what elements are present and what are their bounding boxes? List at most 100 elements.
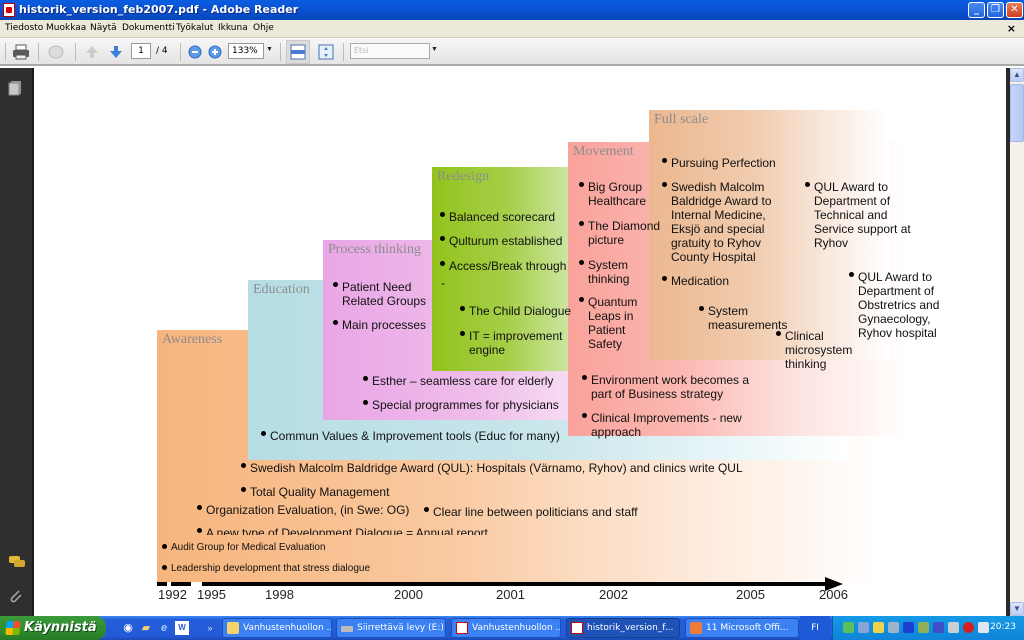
list-item: QUL Award to Department of Obstretrics a…	[849, 270, 954, 340]
year-label: 2001	[496, 587, 525, 602]
antivirus-tray-icon[interactable]	[963, 622, 974, 633]
print-icon[interactable]	[11, 42, 31, 62]
year-label: 1998	[265, 587, 294, 602]
pdf-app-icon	[3, 3, 15, 17]
language-indicator[interactable]: FI	[800, 616, 830, 640]
search-dropdown-icon[interactable]: ▼	[431, 46, 438, 53]
item-text: Commun Values & Improvement tools (Educ …	[270, 429, 560, 443]
sync-tray-icon[interactable]	[918, 622, 929, 633]
task-label: Vanhustenhuollon ...	[243, 623, 332, 633]
email-icon[interactable]	[46, 42, 66, 62]
menu-edit[interactable]: Muokkaa	[46, 23, 86, 33]
stage-title: Process thinking	[328, 242, 421, 257]
folder-icon	[227, 622, 239, 634]
pages-icon[interactable]	[8, 80, 22, 99]
item-text: Big Group Healthcare	[588, 180, 647, 208]
item-text: Main processes	[342, 318, 427, 332]
minimize-button[interactable]: _	[968, 2, 985, 18]
year-label: 2000	[394, 587, 423, 602]
windows-logo-icon	[5, 621, 21, 635]
title-bar: historik_version_feb2007.pdf - Adobe Rea…	[0, 0, 1024, 20]
security-tray-icon[interactable]	[873, 622, 884, 633]
attachments-icon[interactable]	[8, 588, 24, 607]
menu-help[interactable]: Ohje	[253, 23, 274, 33]
list-item-dash: -	[441, 276, 445, 290]
item-text: Qulturum established	[449, 234, 563, 248]
scheduler-tray-icon[interactable]	[948, 622, 959, 633]
task-office-group[interactable]: 11 Microsoft Offi...	[685, 618, 799, 638]
item-text: The Diamond picture	[588, 219, 661, 247]
restore-button[interactable]: ❐	[987, 2, 1004, 18]
item-text: A new type of Development Dialogue = Ann…	[206, 526, 488, 535]
item-text: The Child Dialogue	[469, 304, 572, 318]
network-tray-icon[interactable]	[843, 622, 854, 633]
fit-width-icon[interactable]	[288, 42, 308, 62]
item-text: Clinical microsystem thinking	[785, 329, 853, 371]
page-number-input[interactable]: 1	[131, 43, 151, 59]
vertical-scrollbar[interactable]: ▲ ▼	[1010, 68, 1024, 616]
list-item: Commun Values & Improvement tools (Educ …	[261, 429, 560, 443]
item-text: Quantum Leaps in Patient Safety	[588, 295, 638, 351]
taskbar: Käynnistä ◉ ▰ e W » Vanhustenhuollon ...…	[0, 616, 1024, 640]
previous-page-icon[interactable]	[82, 42, 102, 62]
close-document-icon[interactable]: ×	[1007, 22, 1016, 35]
menu-window[interactable]: Ikkuna	[218, 23, 248, 33]
usb-tray-icon[interactable]	[888, 622, 899, 633]
task-removable-drive[interactable]: Siirrettävä levy (E:)	[336, 618, 446, 638]
browser-quicklaunch-icon[interactable]: ◉	[121, 621, 135, 635]
window-title: historik_version_feb2007.pdf - Adobe Rea…	[19, 3, 299, 16]
zoom-dropdown-icon[interactable]: ▼	[266, 46, 273, 53]
scroll-thumb[interactable]	[1010, 84, 1024, 142]
page-total: / 4	[156, 46, 168, 56]
next-page-icon[interactable]	[106, 42, 126, 62]
word-quicklaunch-icon[interactable]: W	[175, 621, 189, 635]
task-pdf-1[interactable]: Vanhustenhuollon ...	[451, 618, 561, 638]
volume-tray-icon[interactable]	[858, 622, 869, 633]
zoom-out-icon[interactable]	[185, 42, 205, 62]
zoom-in-icon[interactable]	[205, 42, 225, 62]
item-text: Swedish Malcolm Baldridge Award to Inter…	[671, 180, 772, 264]
start-button[interactable]: Käynnistä	[0, 616, 106, 640]
stage-title: Redesign	[437, 169, 490, 184]
close-button[interactable]: ✕	[1006, 2, 1023, 18]
vpn-tray-icon[interactable]	[933, 622, 944, 633]
fit-page-icon[interactable]	[316, 42, 336, 62]
list-item: Clinical microsystem thinking	[776, 329, 857, 371]
item-text: Environment work becomes a part of Busin…	[591, 373, 750, 401]
start-label: Käynnistä	[24, 620, 97, 635]
menu-tools[interactable]: Työkalut	[176, 23, 213, 33]
toolbar-separator	[343, 43, 344, 61]
item-text: Patient Need Related Groups	[342, 280, 427, 308]
toolbar-separator	[38, 43, 39, 61]
task-pdf-active[interactable]: historik_version_f...	[566, 618, 680, 638]
list-item: Qulturum established	[440, 234, 562, 248]
list-item: Big Group Healthcare	[579, 180, 650, 208]
menu-file[interactable]: Tiedosto	[5, 23, 43, 33]
item-text: Special programmes for physicians	[372, 398, 559, 412]
quicklaunch-more-icon[interactable]: »	[203, 621, 217, 635]
task-folder[interactable]: Vanhustenhuollon ...	[222, 618, 332, 638]
bluetooth-tray-icon[interactable]	[903, 622, 914, 633]
scroll-down-icon[interactable]: ▼	[1010, 602, 1024, 616]
list-item: Clear line between politicians and staff	[424, 505, 638, 519]
office-icon	[690, 622, 702, 634]
item-text: System thinking	[588, 258, 630, 286]
search-input[interactable]: Etsi	[350, 43, 430, 59]
folder-quicklaunch-icon[interactable]: ▰	[139, 621, 153, 635]
item-text: Leadership development that stress dialo…	[171, 563, 371, 574]
zoom-level-input[interactable]: 133%	[228, 43, 264, 59]
menu-view[interactable]: Näytä	[90, 23, 117, 33]
toolbar-separator	[280, 43, 281, 61]
ie-quicklaunch-icon[interactable]: e	[157, 621, 171, 635]
year-label: 1992	[158, 587, 187, 602]
timeline-segment	[171, 582, 191, 586]
item-text: QUL Award to Department of Obstretrics a…	[858, 270, 940, 340]
item-text: Audit Group for Medical Evaluation	[171, 542, 326, 553]
list-item: Clinical Improvements - new approach	[582, 411, 761, 439]
menu-document[interactable]: Dokumentti	[122, 23, 175, 33]
scroll-up-icon[interactable]: ▲	[1010, 68, 1024, 82]
item-text: Access/Break through	[449, 259, 567, 273]
clock: 20:23	[990, 622, 1016, 632]
comments-icon[interactable]	[8, 555, 26, 572]
hardware-tray-icon[interactable]	[978, 622, 989, 633]
